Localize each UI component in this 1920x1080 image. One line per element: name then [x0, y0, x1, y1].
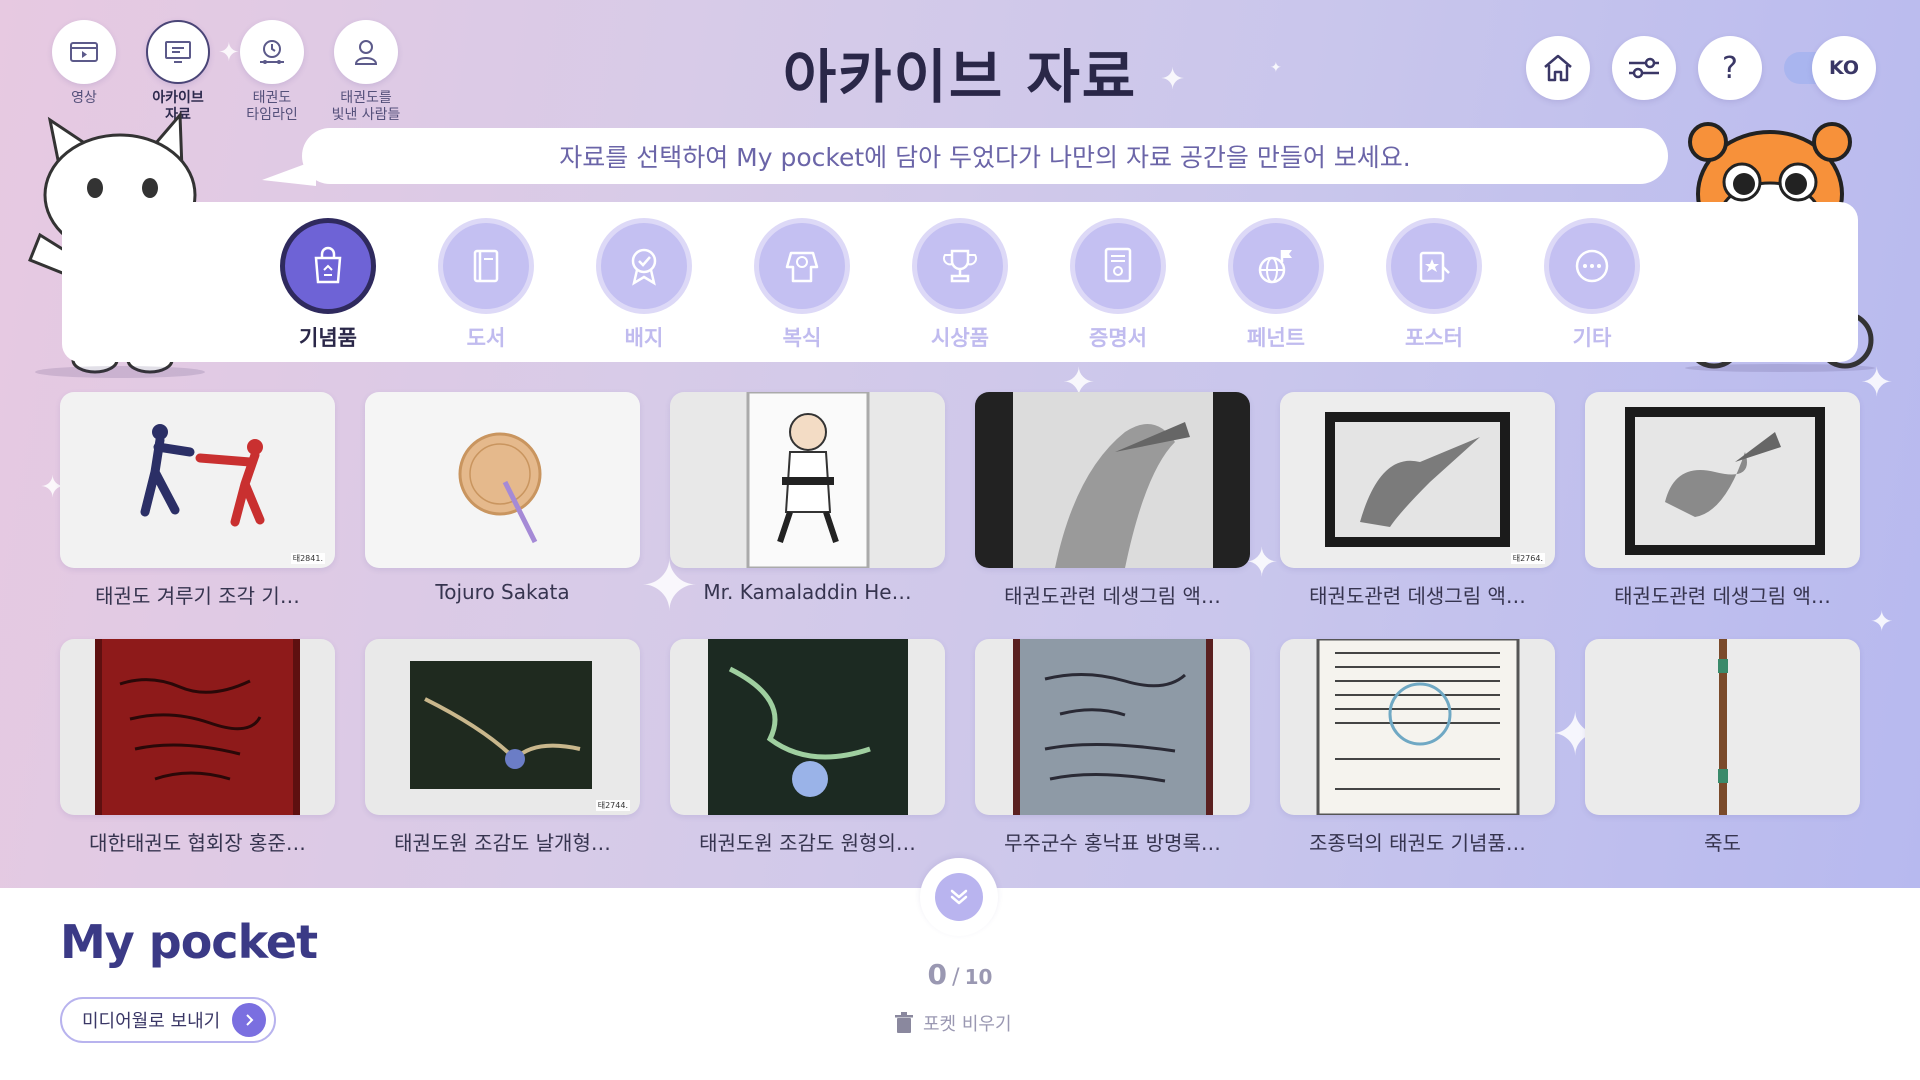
sparkle-icon: ✦ — [1870, 605, 1894, 638]
category-pennant[interactable]: 페넌트 — [1228, 218, 1324, 352]
certificate-icon — [1070, 218, 1166, 314]
item-image: 태2841. — [60, 392, 335, 568]
item-image — [670, 639, 945, 815]
category-book[interactable]: 도서 — [438, 218, 534, 352]
archive-card[interactable]: 무주군수 홍낙표 방명록… — [975, 639, 1250, 856]
archive-card[interactable]: 태권도원 조감도 원형의… — [670, 639, 945, 856]
item-title: 태권도관련 데생그림 액… — [1614, 584, 1831, 608]
archive-card[interactable]: Tojuro Sakata — [365, 392, 640, 609]
catalog-number: 태2841. — [290, 553, 325, 564]
trophy-icon — [912, 218, 1008, 314]
empty-pocket-label: 포켓 비우기 — [923, 1014, 1012, 1035]
empty-pocket-button[interactable]: 포켓 비우기 — [895, 1010, 1012, 1036]
home-button[interactable] — [1526, 36, 1590, 100]
uniform-icon — [754, 218, 850, 314]
question-icon: ? — [1722, 50, 1738, 86]
top-actions: ? KO — [1526, 36, 1876, 100]
item-title: 태권도원 조감도 날개형… — [394, 831, 611, 855]
category-label: 복식 — [782, 326, 822, 350]
archive-grid: 태2841. 태권도 겨루기 조각 기… Tojuro Sakata Mr. K… — [60, 392, 1860, 856]
item-image — [1585, 392, 1860, 568]
pocket-total: 10 — [964, 965, 993, 989]
chevron-down-icon — [935, 873, 983, 921]
item-image — [975, 392, 1250, 568]
item-image: 태2744. — [365, 639, 640, 815]
item-image — [670, 392, 945, 568]
pocket-count: 0 — [927, 958, 948, 991]
item-image — [1585, 639, 1860, 815]
chevron-right-icon — [232, 1003, 267, 1037]
category-label: 기념품 — [299, 326, 357, 350]
category-label: 시상품 — [931, 326, 989, 350]
archive-card[interactable]: 태권도관련 데생그림 액… — [1585, 392, 1860, 609]
language-toggle[interactable]: KO — [1784, 36, 1876, 100]
shopping-bag-icon — [280, 218, 376, 314]
send-button-label: 미디어월로 보내기 — [82, 1011, 221, 1032]
item-title: Tojuro Sakata — [435, 580, 570, 604]
instruction-bubble: 자료를 선택하여 My pocket에 담아 두었다가 나만의 자료 공간을 만… — [302, 128, 1668, 184]
category-label: 기타 — [1572, 326, 1612, 350]
category-list: 기념품 도서 배지 복식 시상품 증명서 페넌트 포스터 기타 — [280, 218, 1640, 352]
item-title: 태권도 겨루기 조각 기… — [95, 584, 300, 608]
item-title: 조종덕의 태권도 기념품… — [1309, 831, 1526, 855]
item-image — [365, 392, 640, 568]
globe-flag-icon — [1228, 218, 1324, 314]
archive-card[interactable]: 태2744. 태권도원 조감도 날개형… — [365, 639, 640, 856]
category-souvenir[interactable]: 기념품 — [280, 218, 376, 352]
archive-card[interactable]: Mr. Kamaladdin He… — [670, 392, 945, 609]
category-uniform[interactable]: 복식 — [754, 218, 850, 352]
category-label: 증명서 — [1089, 326, 1147, 350]
badge-icon — [596, 218, 692, 314]
category-trophy[interactable]: 시상품 — [912, 218, 1008, 352]
help-button[interactable]: ? — [1698, 36, 1762, 100]
item-title: 죽도 — [1704, 831, 1741, 855]
category-certificate[interactable]: 증명서 — [1070, 218, 1166, 352]
pocket-counter: 0 / 10 — [0, 958, 1920, 991]
item-title: 태권도관련 데생그림 액… — [1309, 584, 1526, 608]
item-title: Mr. Kamaladdin He… — [703, 580, 912, 604]
catalog-number: 태2744. — [595, 800, 630, 811]
archive-card[interactable]: 태2764. 태권도관련 데생그림 액… — [1280, 392, 1555, 609]
category-poster[interactable]: 포스터 — [1386, 218, 1482, 352]
item-title: 무주군수 홍낙표 방명록… — [1004, 831, 1221, 855]
item-title: 태권도관련 데생그림 액… — [1004, 584, 1221, 608]
category-label: 페넌트 — [1247, 326, 1305, 350]
pocket-toggle-button[interactable] — [920, 858, 998, 936]
category-label: 도서 — [466, 326, 506, 350]
archive-card[interactable]: 태권도관련 데생그림 액… — [975, 392, 1250, 609]
settings-button[interactable] — [1612, 36, 1676, 100]
pocket-separator: / — [952, 965, 960, 990]
catalog-number: 태2764. — [1510, 553, 1545, 564]
category-label: 포스터 — [1405, 326, 1463, 350]
language-label: KO — [1812, 36, 1876, 100]
home-icon — [1544, 54, 1572, 82]
category-other[interactable]: 기타 — [1544, 218, 1640, 352]
archive-card[interactable]: 대한태권도 협회장 홍준… — [60, 639, 335, 856]
send-to-media-wall-button[interactable]: 미디어월로 보내기 — [60, 997, 277, 1043]
archive-card[interactable]: 태2841. 태권도 겨루기 조각 기… — [60, 392, 335, 609]
archive-card[interactable]: 죽도 — [1585, 639, 1860, 856]
more-icon — [1544, 218, 1640, 314]
item-image — [1280, 639, 1555, 815]
archive-card[interactable]: 조종덕의 태권도 기념품… — [1280, 639, 1555, 856]
item-title: 대한태권도 협회장 홍준… — [89, 831, 306, 855]
trash-icon — [895, 1012, 913, 1033]
item-title: 태권도원 조감도 원형의… — [699, 831, 916, 855]
category-label: 배지 — [624, 326, 664, 350]
category-badge[interactable]: 배지 — [596, 218, 692, 352]
item-image: 태2764. — [1280, 392, 1555, 568]
item-image — [975, 639, 1250, 815]
item-image — [60, 639, 335, 815]
book-icon — [438, 218, 534, 314]
sliders-icon — [1629, 57, 1659, 79]
poster-icon — [1386, 218, 1482, 314]
